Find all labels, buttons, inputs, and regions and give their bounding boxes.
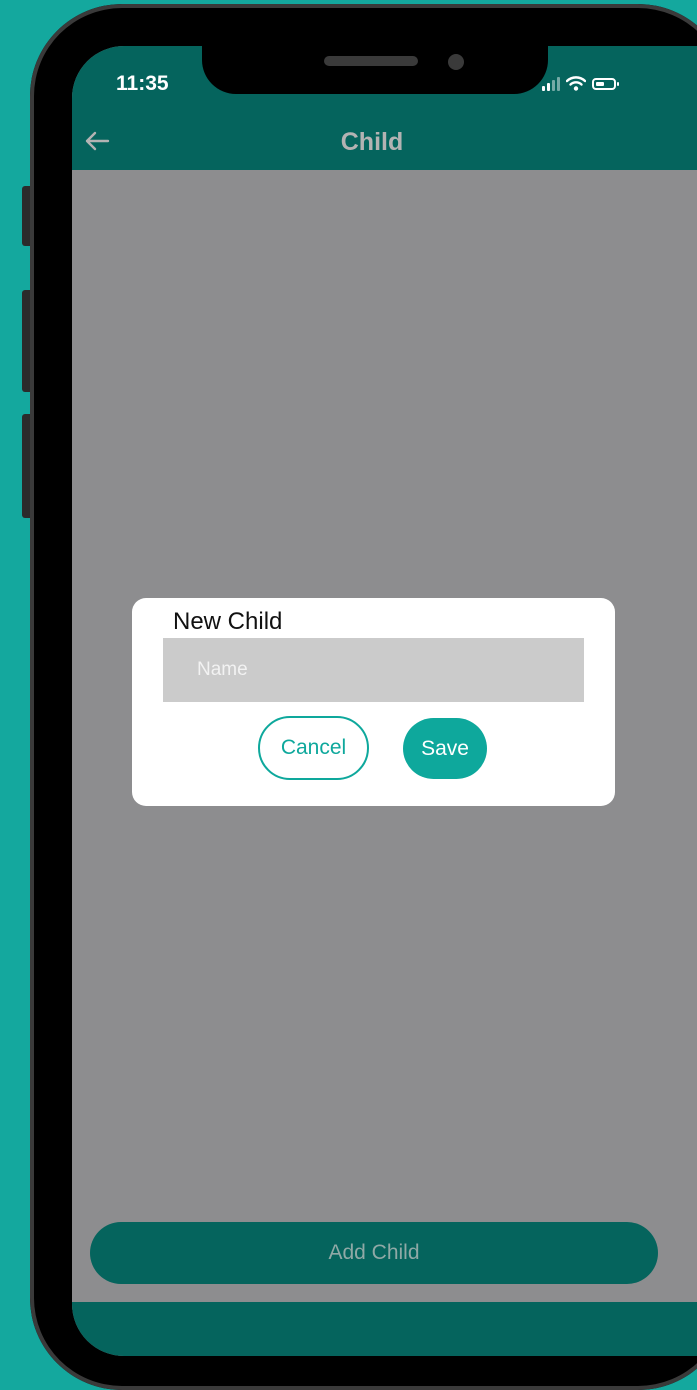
cellular-signal-icon (542, 76, 560, 91)
battery-icon (592, 77, 619, 90)
wifi-icon (566, 76, 586, 91)
status-icons (542, 76, 619, 91)
bottom-bar (72, 1302, 697, 1356)
speaker-grille (324, 56, 418, 66)
status-time: 11:35 (116, 72, 169, 95)
add-child-button[interactable]: Add Child (90, 1222, 658, 1284)
cancel-button[interactable]: Cancel (258, 716, 369, 780)
notch (202, 46, 548, 94)
name-input[interactable] (163, 638, 584, 702)
app-screen: 11:35 Child New Child Cancel Save Add Ch… (72, 46, 697, 1356)
dialog-title: New Child (173, 608, 283, 635)
page-title: Child (340, 128, 404, 156)
save-button[interactable]: Save (403, 718, 487, 779)
new-child-dialog: New Child Cancel Save (132, 598, 615, 806)
front-camera (448, 54, 464, 70)
